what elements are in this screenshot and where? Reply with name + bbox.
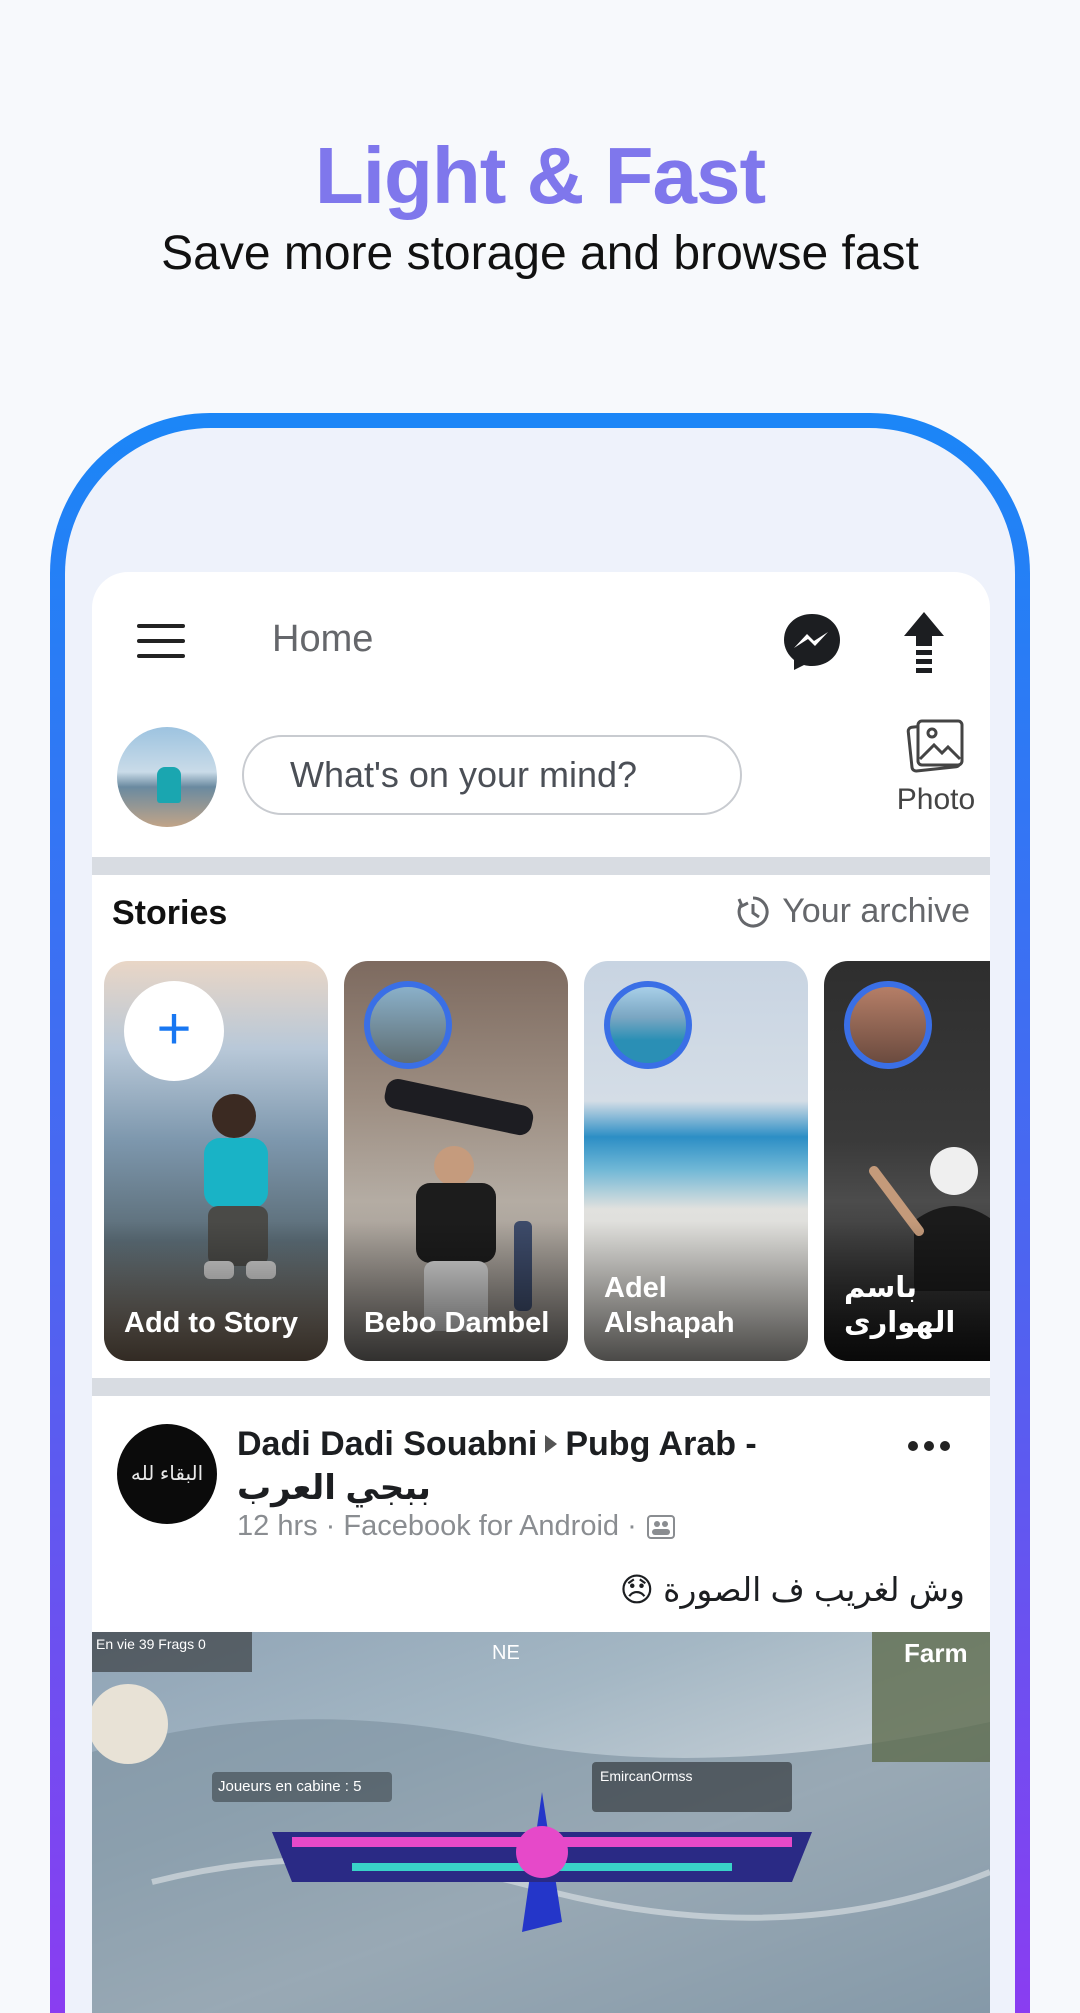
story-card[interactable]: Bebo Dambel (344, 961, 568, 1361)
upload-arrow-icon[interactable] (902, 610, 946, 674)
arrow-right-icon (545, 1435, 558, 1453)
phone-frame: Home What's on your mind? Photo Stories … (50, 413, 1030, 2013)
story-avatar (844, 981, 932, 1069)
stories-carousel: + Add to Story Bebo Dambel Adel Alshapah… (104, 961, 990, 1361)
photo-icon (906, 719, 964, 773)
post-author-line: Dadi Dadi Souabni Pubg Arab - ببجي العرب (237, 1422, 837, 1510)
post-meta-text: 12 hrs · Facebook for Android · (237, 1510, 637, 1542)
hud-player-label: EmircanOrmss (600, 1768, 693, 1784)
story-avatar (604, 981, 692, 1069)
add-story-plus-icon[interactable]: + (124, 981, 224, 1081)
story-name: Adel Alshapah (604, 1272, 735, 1339)
archive-link[interactable]: Your archive (736, 892, 970, 931)
post-meta: 12 hrs · Facebook for Android · (237, 1510, 675, 1543)
post-composer: Photo (92, 717, 990, 857)
app-window: Home What's on your mind? Photo Stories … (92, 572, 990, 2013)
story-card-add[interactable]: + Add to Story (104, 961, 328, 1361)
messenger-icon[interactable] (780, 610, 844, 674)
stories-header: Stories Your archive (92, 874, 990, 944)
story-name: باسم الهوارى (844, 1272, 956, 1339)
phone-screen: Home What's on your mind? Photo Stories … (65, 428, 1015, 2013)
post-author-name[interactable]: Dadi Dadi Souabni (237, 1425, 537, 1463)
stories-title: Stories (112, 894, 228, 932)
story-card[interactable]: باسم الهوارى (824, 961, 990, 1361)
hud-compass: NE (492, 1642, 520, 1664)
privacy-group-icon (646, 1514, 675, 1539)
post-text: وش لغريب ف الصورة 😞 (619, 1571, 965, 1608)
story-name: Add to Story (124, 1307, 298, 1339)
user-avatar[interactable] (117, 727, 217, 827)
menu-icon[interactable] (137, 624, 185, 658)
hud-cabin-label: Joueurs en cabine : 5 (218, 1778, 362, 1795)
post-author-avatar[interactable]: البقاء لله (117, 1424, 217, 1524)
top-bar: Home (92, 572, 990, 712)
archive-label: Your archive (782, 892, 970, 930)
game-screenshot-image (92, 1632, 990, 2013)
story-card[interactable]: Adel Alshapah (584, 961, 808, 1361)
photo-button[interactable]: Photo (886, 717, 986, 832)
story-name: Bebo Dambel (364, 1307, 550, 1339)
section-divider (92, 857, 990, 875)
archive-clock-icon (737, 895, 769, 927)
hud-alive-label: En vie 39 Frags 0 (96, 1636, 206, 1652)
status-input[interactable] (242, 735, 742, 815)
post-image[interactable]: En vie 39 Frags 0 NE Farm Joueurs en cab… (92, 1632, 990, 2013)
more-options-icon[interactable] (905, 1438, 965, 1478)
page-title: Home (272, 618, 374, 660)
hero-title: Light & Fast (314, 131, 766, 220)
photo-label: Photo (896, 783, 976, 816)
story-avatar (364, 981, 452, 1069)
hero-subtitle: Save more storage and browse fast (161, 227, 919, 280)
section-divider (92, 1378, 990, 1396)
hud-map-label: Farm (904, 1638, 968, 1668)
